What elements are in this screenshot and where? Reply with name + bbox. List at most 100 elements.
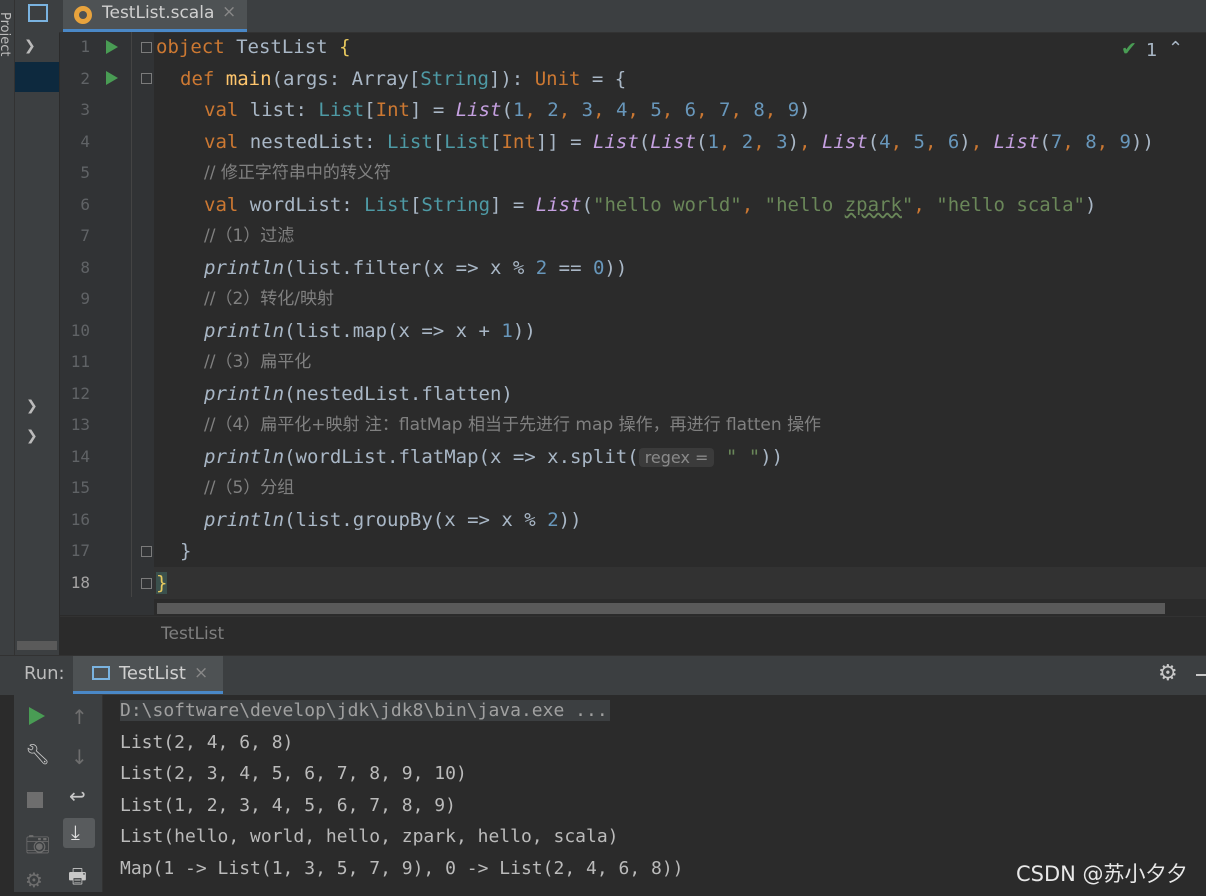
number: 7 bbox=[1050, 131, 1063, 153]
nested-lists: List(1, 2, 3), List(4, 5, 6), List(7, 8,… bbox=[650, 131, 1143, 153]
breadcrumb-item[interactable]: TestList bbox=[161, 624, 224, 644]
line-number[interactable]: 12 bbox=[60, 384, 90, 404]
type: String bbox=[421, 194, 491, 216]
line-number[interactable]: 3 bbox=[60, 100, 90, 120]
camera-icon[interactable]: 📷︎ bbox=[25, 832, 50, 856]
code-comment-line-11[interactable]: //（3）扁平化 bbox=[204, 351, 311, 373]
project-hscroll-thumb[interactable] bbox=[17, 641, 57, 650]
close-icon[interactable]: × bbox=[194, 663, 208, 683]
number: 1 bbox=[501, 320, 513, 342]
soft-wrap-icon[interactable]: ↩ bbox=[69, 784, 86, 808]
code-text: [ bbox=[490, 131, 502, 153]
code-text: )) bbox=[558, 509, 582, 531]
settings-gear-icon[interactable]: ⚙ bbox=[25, 868, 43, 892]
call: println bbox=[204, 257, 285, 279]
line-number[interactable]: 8 bbox=[60, 258, 90, 278]
code-line-3[interactable]: val list: List[Int] = List(1, 2, 3, 4, 5… bbox=[204, 99, 811, 121]
project-tree-selected-row[interactable] bbox=[15, 62, 59, 92]
keyword: val bbox=[204, 131, 239, 153]
code-text: ]): bbox=[488, 68, 535, 90]
number: 2 bbox=[741, 131, 754, 153]
fold-icon[interactable] bbox=[141, 42, 152, 53]
code-line-18[interactable]: } bbox=[156, 572, 168, 594]
code-line-6[interactable]: val wordList: List[String] = List("hello… bbox=[204, 194, 1096, 216]
line-number[interactable]: 15 bbox=[60, 478, 90, 498]
console-icon bbox=[92, 666, 110, 680]
project-tool-strip[interactable] bbox=[0, 0, 15, 655]
console-output-line: List(2, 4, 6, 8) bbox=[120, 732, 294, 753]
print-icon[interactable]: 🖶 bbox=[68, 862, 87, 896]
code-line-17[interactable]: } bbox=[180, 540, 191, 562]
stop-icon[interactable] bbox=[27, 792, 43, 808]
chevron-up-icon[interactable]: ⌃ bbox=[1168, 38, 1183, 59]
tree-expand-icon[interactable]: ❯ bbox=[24, 38, 36, 54]
line-number[interactable]: 6 bbox=[60, 195, 90, 215]
line-number[interactable]: 9 bbox=[60, 289, 90, 309]
inspection-count[interactable]: 1 bbox=[1146, 40, 1157, 61]
code-line-1[interactable]: object TestList { bbox=[156, 36, 351, 58]
line-number[interactable]: 4 bbox=[60, 132, 90, 152]
code-line-2[interactable]: def main(args: Array[String]): Unit = { bbox=[180, 68, 626, 90]
number: 6 bbox=[684, 99, 697, 121]
minimize-icon[interactable] bbox=[1196, 674, 1206, 676]
keyword: val bbox=[204, 194, 239, 216]
arrow-up-icon[interactable]: ↑ bbox=[71, 705, 88, 729]
code-text: (list.filter(x => x % bbox=[284, 257, 536, 279]
code-line-4[interactable]: val nestedList: List[List[Int]] = List(L… bbox=[204, 131, 1154, 153]
code-line-8[interactable]: println(list.filter(x => x % 2 == 0)) bbox=[204, 257, 627, 279]
code-line-12[interactable]: println(nestedList.flatten) bbox=[204, 383, 513, 405]
code-text: ] = bbox=[409, 99, 456, 121]
run-gutter-icon[interactable] bbox=[106, 40, 118, 54]
project-tool-label[interactable]: Project bbox=[0, 12, 12, 56]
code-text: ( bbox=[638, 131, 651, 153]
fold-icon[interactable] bbox=[141, 578, 152, 589]
tree-collapse-icon[interactable]: ❯ bbox=[26, 398, 38, 414]
line-number[interactable]: 18 bbox=[60, 573, 90, 593]
line-number[interactable]: 13 bbox=[60, 415, 90, 435]
line-number[interactable]: 5 bbox=[60, 163, 90, 183]
scroll-to-end-icon[interactable]: ⤓ bbox=[71, 820, 80, 844]
code-line-14[interactable]: println(wordList.flatMap(x => x.split(re… bbox=[204, 446, 783, 469]
number: 8 bbox=[1085, 131, 1097, 153]
code-text: )) bbox=[760, 446, 784, 468]
code-comment-line-5[interactable]: // 修正字符串中的转义符 bbox=[204, 162, 391, 184]
line-number[interactable]: 14 bbox=[60, 447, 90, 467]
wrench-icon[interactable]: 🔧︎ bbox=[25, 742, 50, 766]
arrow-down-icon[interactable]: ↓ bbox=[71, 745, 88, 769]
line-number[interactable]: 10 bbox=[60, 321, 90, 341]
fold-icon[interactable] bbox=[141, 73, 152, 84]
fold-icon[interactable] bbox=[141, 546, 152, 557]
console-command-line[interactable]: D:\software\develop\jdk\jdk8\bin\java.ex… bbox=[120, 700, 610, 722]
type: String bbox=[420, 68, 489, 90]
number: 2 bbox=[547, 509, 559, 531]
run-label: Run: bbox=[24, 663, 65, 684]
run-gutter-icon[interactable] bbox=[106, 71, 118, 85]
line-number[interactable]: 17 bbox=[60, 541, 90, 561]
code-comment-line-9[interactable]: //（2）转化/映射 bbox=[204, 288, 334, 310]
code-comment-line-7[interactable]: //（1）过滤 bbox=[204, 225, 294, 247]
editor-tab-title[interactable]: TestList.scala bbox=[102, 3, 214, 23]
rerun-icon[interactable] bbox=[29, 707, 45, 725]
code-line-16[interactable]: println(list.groupBy(x => x % 2)) bbox=[204, 509, 582, 531]
code-comment-line-13[interactable]: //（4）扁平化+映射 注：flatMap 相当于先进行 map 操作，再进行 … bbox=[204, 414, 821, 436]
line-number[interactable]: 11 bbox=[60, 352, 90, 372]
number: 1 bbox=[707, 131, 719, 153]
code-text: nestedList: bbox=[238, 131, 388, 153]
window-icon[interactable] bbox=[28, 4, 48, 22]
line-number[interactable]: 1 bbox=[60, 37, 90, 57]
line-number[interactable]: 16 bbox=[60, 510, 90, 530]
line-number[interactable]: 7 bbox=[60, 226, 90, 246]
line-number[interactable]: 2 bbox=[60, 69, 90, 89]
string: "hello scala" bbox=[936, 194, 1085, 216]
code-line-10[interactable]: println(list.map(x => x + 1)) bbox=[204, 320, 536, 342]
editor-hscroll-thumb[interactable] bbox=[157, 603, 1165, 614]
tree-collapse-icon[interactable]: ❯ bbox=[26, 428, 38, 444]
run-tab-title[interactable]: TestList bbox=[119, 663, 186, 684]
inspection-ok-icon[interactable]: ✔ bbox=[1121, 38, 1137, 60]
close-icon[interactable]: × bbox=[222, 2, 236, 22]
type: List bbox=[364, 194, 410, 216]
call: List bbox=[993, 131, 1040, 153]
code-text: ) bbox=[799, 99, 811, 121]
code-comment-line-15[interactable]: //（5）分组 bbox=[204, 477, 294, 499]
gear-icon[interactable]: ⚙ bbox=[1158, 661, 1178, 686]
